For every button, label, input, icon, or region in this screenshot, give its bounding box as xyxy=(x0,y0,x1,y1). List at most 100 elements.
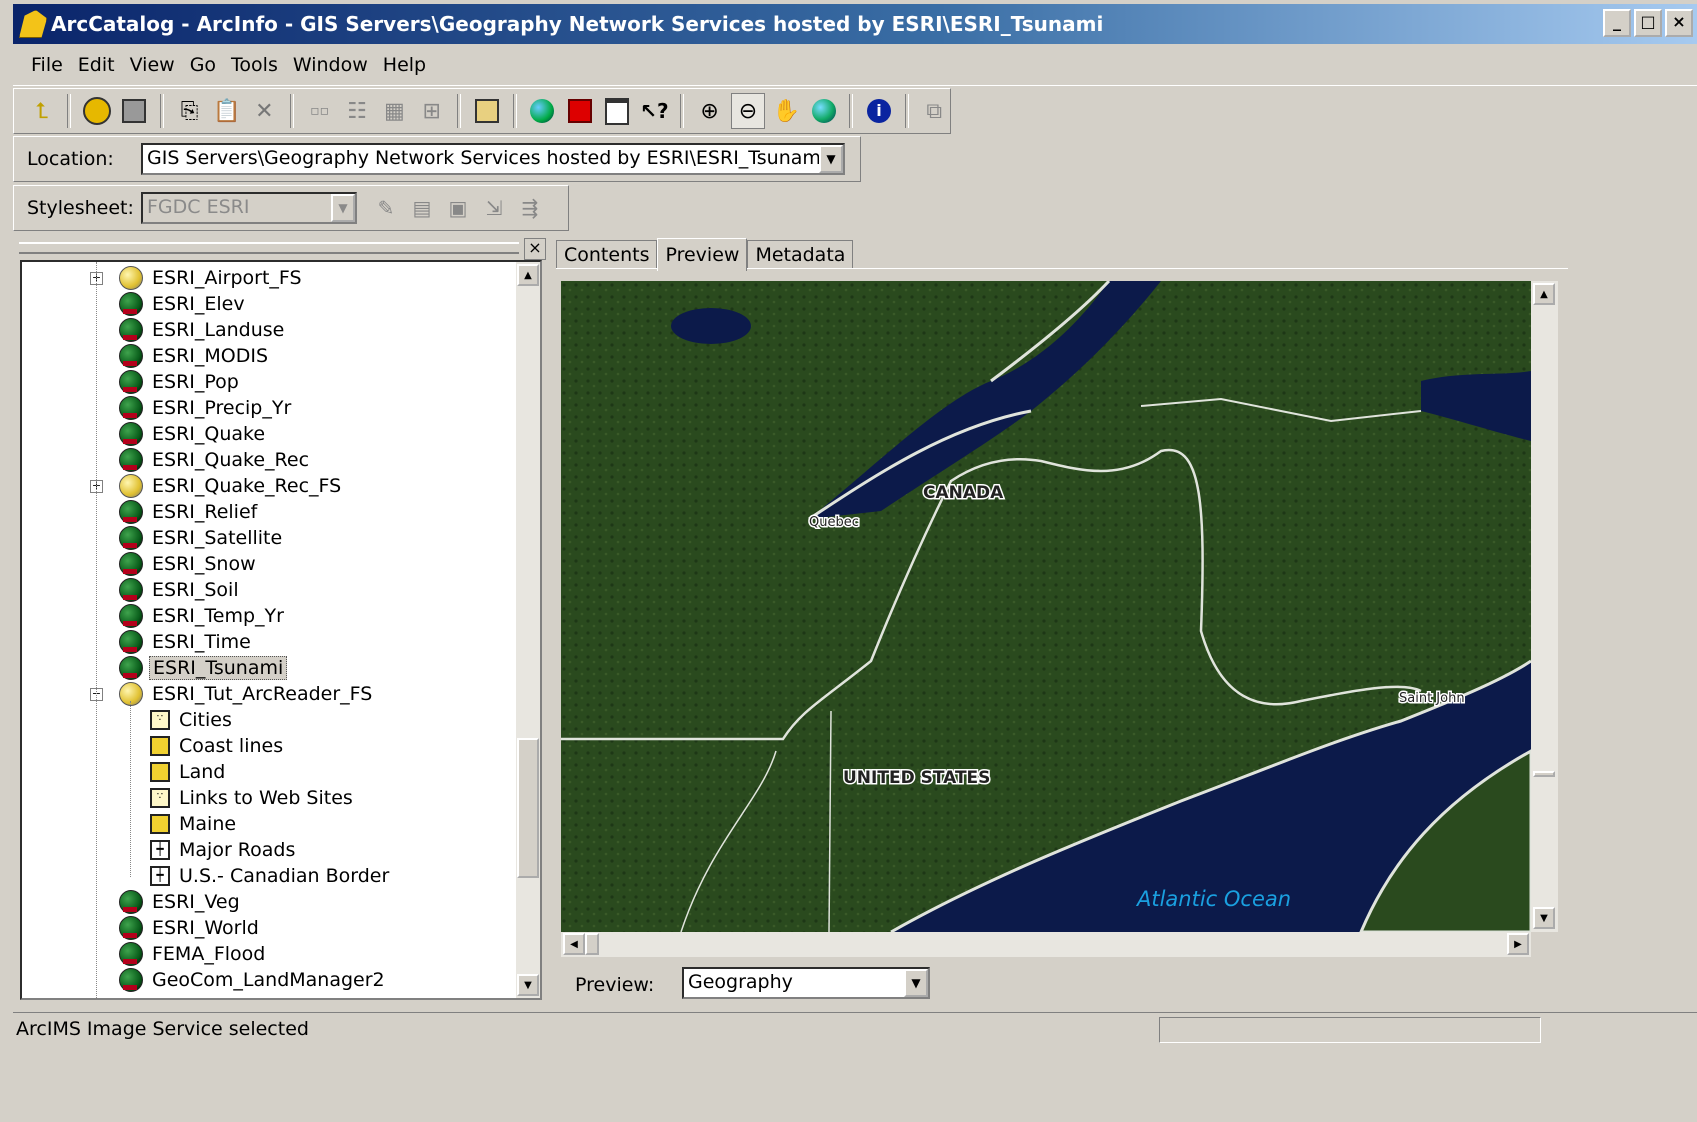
tree-item[interactable]: Land xyxy=(150,759,228,785)
image-service-icon xyxy=(119,578,143,602)
tree-item[interactable]: ESRI_Elev xyxy=(119,291,248,317)
tree-item-label: Coast lines xyxy=(179,735,284,757)
scroll-thumb[interactable] xyxy=(1533,771,1555,777)
maximize-button[interactable]: □ xyxy=(1634,9,1662,37)
tree-item-label: ESRI_Soil xyxy=(152,579,239,601)
scroll-up-arrow-icon[interactable]: ▲ xyxy=(517,264,539,286)
tree-item[interactable]: ESRI_Quake xyxy=(119,421,268,447)
tree-item[interactable]: ESRI_World xyxy=(119,915,262,941)
scroll-left-arrow-icon[interactable]: ◀ xyxy=(563,933,585,955)
tree-item[interactable]: ESRI_Quake_Rec_FS xyxy=(119,473,344,499)
delete-icon[interactable]: ✕ xyxy=(249,94,280,128)
copy-icon[interactable]: ⎘ xyxy=(174,94,205,128)
connect-folder-icon[interactable] xyxy=(81,94,112,128)
tree-item[interactable]: ∵ Links to Web Sites xyxy=(150,785,356,811)
map-preview[interactable]: CANADA Quebec UNITED STATES Saint John A… xyxy=(561,281,1531,932)
tab-contents[interactable]: Contents xyxy=(556,240,658,269)
tree-item[interactable]: ┿ U.S.- Canadian Border xyxy=(150,863,392,889)
thumbnails-icon[interactable]: ⊞ xyxy=(416,94,447,128)
edit-metadata-icon[interactable]: ✎ xyxy=(371,193,401,223)
large-icons-icon[interactable]: ▫▫ xyxy=(304,94,335,128)
tree-item[interactable]: ESRI_MODIS xyxy=(119,343,271,369)
tab-metadata[interactable]: Metadata xyxy=(747,240,854,269)
details-icon[interactable]: ▦ xyxy=(379,94,410,128)
panel-grip[interactable] xyxy=(19,242,519,254)
tree-item[interactable]: GeoCom_LandManager2 xyxy=(119,967,388,993)
chevron-down-icon[interactable]: ▼ xyxy=(819,145,843,173)
pan-hand-icon[interactable]: ✋ xyxy=(771,94,802,128)
tree-item-label: ESRI_Satellite xyxy=(152,527,283,549)
paste-icon[interactable]: 📋 xyxy=(211,94,242,128)
disconnect-folder-icon[interactable] xyxy=(119,94,150,128)
tree-item[interactable]: ESRI_Snow xyxy=(119,551,259,577)
tree-item[interactable]: ESRI_Precip_Yr xyxy=(119,395,294,421)
map-vertical-scrollbar[interactable]: ▲ ▼ xyxy=(1531,281,1558,932)
menu-window[interactable]: Window xyxy=(293,54,368,76)
create-thumbnail-icon[interactable]: ⧉ xyxy=(919,94,950,128)
tree-item[interactable]: ESRI_Airport_FS xyxy=(119,265,305,291)
tree-item[interactable]: ESRI_Satellite xyxy=(119,525,285,551)
scroll-down-arrow-icon[interactable]: ▼ xyxy=(1533,907,1555,929)
tree-item[interactable]: ESRI_Quake_Rec xyxy=(119,447,312,473)
preview-type-combo[interactable]: Geography ▼ xyxy=(682,967,930,999)
menu-tools[interactable]: Tools xyxy=(231,54,278,76)
tree-item[interactable]: ESRI_Veg xyxy=(119,889,243,915)
tree-item[interactable]: Maine xyxy=(150,811,239,837)
minimize-button[interactable]: _ xyxy=(1603,9,1631,37)
scroll-thumb[interactable] xyxy=(585,933,599,955)
menu-go[interactable]: Go xyxy=(190,54,216,76)
catalog-tree: ESRI_Airport_FS + ESRI_Elev ESRI_Landuse ESR… xyxy=(20,260,542,1000)
close-icon[interactable]: × xyxy=(524,238,546,260)
tree-item[interactable]: ESRI_Relief xyxy=(119,499,260,525)
tree-item[interactable]: ESRI_Soil xyxy=(119,577,242,603)
location-combo[interactable]: GIS Servers\Geography Network Services h… xyxy=(141,143,845,175)
tree-item[interactable]: ESRI_Pop xyxy=(119,369,242,395)
up-one-level-icon[interactable]: ⮤ xyxy=(26,94,57,128)
tree-item[interactable]: ESRI_Tut_ArcReader_FS xyxy=(119,681,375,707)
map-horizontal-scrollbar[interactable]: ◀ ▶ xyxy=(561,932,1531,957)
whats-this-help-icon[interactable]: ↖? xyxy=(639,94,670,128)
label-canada: CANADA xyxy=(923,483,1004,503)
menu-help[interactable]: Help xyxy=(383,54,426,76)
full-extent-icon[interactable] xyxy=(808,94,839,128)
list-icon[interactable]: ☷ xyxy=(341,94,372,128)
tree-item-label: Major Roads xyxy=(179,839,296,861)
tree-item[interactable]: FEMA_Flood xyxy=(119,941,268,967)
identify-icon[interactable]: i xyxy=(863,94,894,128)
metadata-properties-icon[interactable]: ▤ xyxy=(407,193,437,223)
tree-item-label: ESRI_Time xyxy=(152,631,251,653)
scroll-thumb[interactable] xyxy=(517,738,539,878)
tree-item[interactable]: ESRI_Temp_Yr xyxy=(119,603,287,629)
menu-view[interactable]: View xyxy=(130,54,175,76)
tree-item[interactable]: Coast lines xyxy=(150,733,286,759)
chevron-down-icon[interactable]: ▼ xyxy=(331,194,355,222)
tree-item-label: ESRI_Relief xyxy=(152,501,258,523)
menu-edit[interactable]: Edit xyxy=(78,54,115,76)
scroll-up-arrow-icon[interactable]: ▲ xyxy=(1533,283,1555,305)
arctoolbox-icon[interactable] xyxy=(564,94,595,128)
tree-item[interactable]: ┿ Major Roads xyxy=(150,837,298,863)
tree-item[interactable]: ESRI_Tsunami xyxy=(119,655,288,681)
window-icon[interactable] xyxy=(601,94,632,128)
globe-icon[interactable] xyxy=(527,94,558,128)
scroll-down-arrow-icon[interactable]: ▼ xyxy=(517,974,539,996)
arccatalog-icon xyxy=(19,10,47,38)
scroll-right-arrow-icon[interactable]: ▶ xyxy=(1507,933,1529,955)
zoom-in-icon[interactable]: ⊕ xyxy=(694,94,725,128)
launch-arcmap-icon[interactable] xyxy=(471,94,502,128)
menu-file[interactable]: File xyxy=(31,54,63,76)
stylesheet-combo[interactable]: FGDC ESRI ▼ xyxy=(141,192,357,224)
tree-scrollbar[interactable]: ▲ ▼ xyxy=(516,262,540,998)
location-label: Location: xyxy=(27,148,114,170)
close-button[interactable]: × xyxy=(1665,9,1693,37)
tree-item[interactable]: ESRI_Landuse xyxy=(119,317,287,343)
chevron-down-icon[interactable]: ▼ xyxy=(904,969,928,997)
create-metadata-icon[interactable]: ▣ xyxy=(443,193,473,223)
tree-item[interactable]: ∵ Cities xyxy=(150,707,235,733)
label-quebec: Quebec xyxy=(809,515,859,530)
export-metadata-icon[interactable]: ⇶ xyxy=(515,193,545,223)
zoom-out-icon[interactable]: ⊖ xyxy=(731,93,765,129)
import-metadata-icon[interactable]: ⇲ xyxy=(479,193,509,223)
tab-preview[interactable]: Preview xyxy=(657,238,748,271)
tree-item[interactable]: ESRI_Time xyxy=(119,629,254,655)
